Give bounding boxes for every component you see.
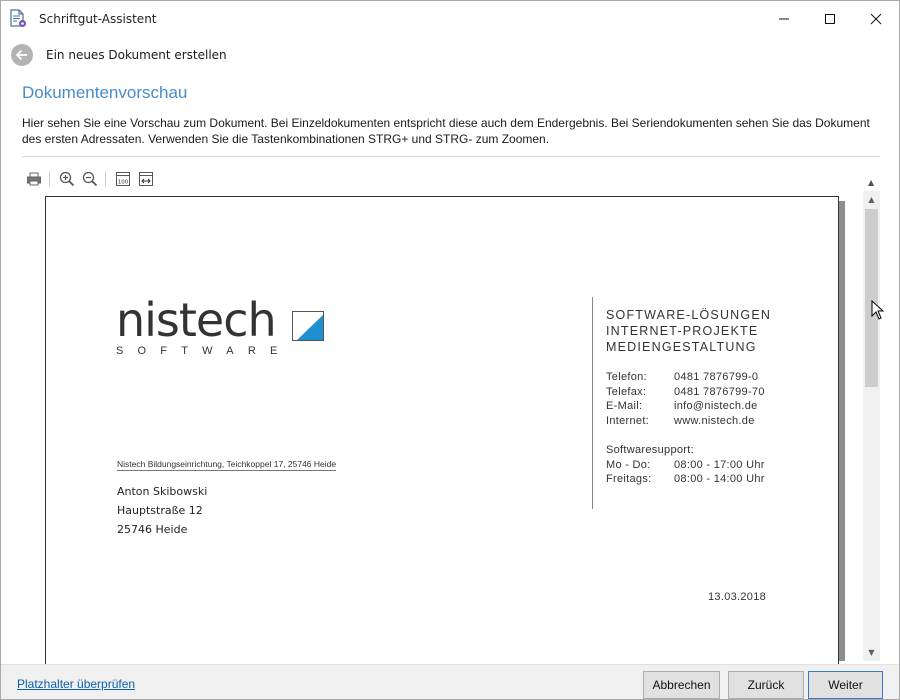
- cancel-button[interactable]: Abbrechen: [643, 671, 720, 699]
- logo-mark: [292, 311, 324, 341]
- scrollbar-thumb[interactable]: [865, 209, 878, 387]
- recipient-city: 25746 Heide: [117, 523, 188, 536]
- service-item: INTERNET-PROJEKTE: [606, 324, 759, 338]
- company-services: SOFTWARE-LÖSUNGEN INTERNET-PROJEKTE MEDI…: [606, 307, 771, 355]
- fit-width-button[interactable]: [137, 170, 155, 188]
- contact-row: Internet: www.nistech.de: [606, 414, 755, 427]
- actual-size-icon: 100: [116, 172, 130, 186]
- recipient-street: Hauptstraße 12: [117, 504, 203, 517]
- contact-info: Telefon: 0481 7876799-0 Telefax: 0481 78…: [606, 370, 765, 428]
- letterhead-divider: [592, 297, 593, 509]
- back-button[interactable]: Zurück: [728, 671, 804, 699]
- scroll-down-button[interactable]: ▼: [863, 644, 880, 661]
- close-button[interactable]: [853, 1, 899, 37]
- page-description: Hier sehen Sie eine Vorschau zum Dokumen…: [22, 116, 870, 146]
- toolbar-separator: [49, 171, 50, 187]
- support-title: Softwaresupport:: [606, 444, 694, 456]
- fit-width-icon: [139, 172, 153, 186]
- support-info: Softwaresupport: Mo - Do: 08:00 - 17:00 …: [606, 443, 765, 487]
- recipient-name: Anton Skibowski: [117, 485, 208, 498]
- preview-scrollbar[interactable]: ▲ ▼: [863, 191, 880, 661]
- support-row: Mo - Do: 08:00 - 17:00 Uhr: [606, 458, 765, 471]
- toolbar-separator: [105, 171, 106, 187]
- logo-triangle-icon: [297, 315, 323, 340]
- zoom-out-button[interactable]: [81, 170, 99, 188]
- back-navigation-button[interactable]: [11, 44, 33, 66]
- wizard-window: Schriftgut-Assistent Ein neues Dokument …: [0, 0, 900, 700]
- next-button[interactable]: Weiter: [808, 671, 883, 699]
- support-row: Freitags: 08:00 - 14:00 Uhr: [606, 473, 765, 486]
- minimize-icon: [779, 18, 789, 20]
- zoom-out-icon: [82, 171, 98, 187]
- divider: [22, 156, 880, 157]
- service-item: MEDIENGESTALTUNG: [606, 340, 757, 354]
- zoom-in-icon: [59, 171, 75, 187]
- logo-wordmark: nistech: [116, 293, 277, 347]
- document-preview-page[interactable]: nistech SOFTWARE Nistech Bildungseinrich…: [45, 196, 839, 671]
- page-shadow: [839, 201, 845, 661]
- zoom-in-button[interactable]: [58, 170, 76, 188]
- contact-row: E-Mail: info@nistech.de: [606, 400, 758, 413]
- actual-size-button[interactable]: 100: [114, 170, 132, 188]
- sender-line: Nistech Bildungseinrichtung, Teichkoppel…: [117, 459, 337, 471]
- maximize-button[interactable]: [807, 1, 853, 37]
- title-bar: Schriftgut-Assistent: [1, 1, 899, 37]
- service-item: SOFTWARE-LÖSUNGEN: [606, 308, 772, 322]
- logo-subtitle: SOFTWARE: [116, 345, 292, 357]
- scroll-top-indicator-icon: ▲: [868, 178, 875, 187]
- actual-size-label: 100: [118, 180, 129, 186]
- contact-row: Telefon: 0481 7876799-0: [606, 371, 759, 383]
- nav-title: Ein neues Dokument erstellen: [46, 48, 227, 62]
- window-title: Schriftgut-Assistent: [39, 12, 157, 26]
- arrow-left-icon: [15, 49, 27, 61]
- mouse-cursor-icon: [871, 300, 885, 320]
- contact-row: Telefax: 0481 7876799-70: [606, 385, 765, 398]
- document-settings-icon: [8, 9, 28, 29]
- print-icon: [27, 172, 41, 186]
- footer-bar: Platzhalter überprüfen Abbrechen Zurück …: [1, 664, 899, 699]
- recipient-address: Anton Skibowski Hauptstraße 12 25746 Hei…: [117, 482, 207, 539]
- print-button[interactable]: [25, 170, 43, 188]
- check-placeholders-link[interactable]: Platzhalter überprüfen: [17, 677, 135, 691]
- maximize-icon: [825, 14, 835, 24]
- scroll-up-button[interactable]: ▲: [863, 191, 880, 208]
- page-title: Dokumentenvorschau: [22, 83, 188, 102]
- company-logo: nistech SOFTWARE: [116, 293, 324, 357]
- close-icon: [870, 13, 882, 25]
- document-date: 13.03.2018: [708, 591, 767, 603]
- minimize-button[interactable]: [761, 1, 807, 37]
